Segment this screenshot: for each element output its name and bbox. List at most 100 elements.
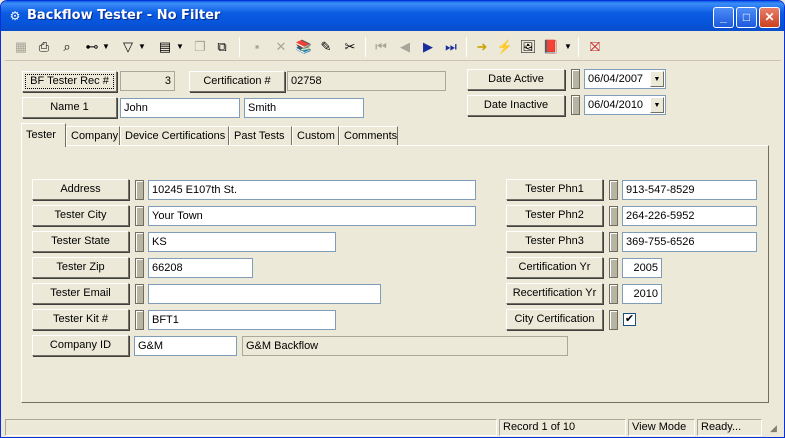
tester-city-field[interactable]: Your Town bbox=[148, 206, 476, 226]
certification-yr-button[interactable]: Certification Yr bbox=[506, 257, 603, 278]
duplicate-icon[interactable]: ⧉ bbox=[212, 37, 232, 57]
edit-pencil-icon[interactable]: ✎ bbox=[316, 37, 336, 57]
tester-phn2-handle[interactable] bbox=[609, 206, 618, 226]
tester-state-button[interactable]: Tester State bbox=[32, 231, 129, 252]
tab-custom[interactable]: Custom bbox=[292, 126, 339, 146]
next-record-icon[interactable]: ▶ bbox=[418, 37, 438, 57]
tab-past-tests[interactable]: Past Tests bbox=[229, 126, 292, 146]
title-bar[interactable]: ⚙ Backflow Tester - No Filter _ □ ✕ bbox=[1, 1, 784, 31]
tester-zip-handle[interactable] bbox=[135, 258, 144, 278]
certification-number-button[interactable]: Certification # bbox=[189, 71, 285, 92]
company-id-button[interactable]: Company ID bbox=[32, 335, 129, 356]
find-dropdown-arrow[interactable]: ▼ bbox=[102, 37, 110, 57]
tab-comments[interactable]: Comments bbox=[339, 126, 398, 146]
recertification-yr-field[interactable]: 2010 bbox=[622, 284, 662, 304]
tester-phn1-handle[interactable] bbox=[609, 180, 618, 200]
lightning-icon[interactable]: ⚡ bbox=[495, 37, 515, 57]
minimize-button[interactable]: _ bbox=[713, 7, 734, 28]
chevron-down-icon[interactable]: ▼ bbox=[650, 97, 664, 113]
help-dropdown-arrow[interactable]: ▼ bbox=[564, 37, 572, 57]
date-active-button[interactable]: Date Active bbox=[467, 69, 565, 90]
date-active-combo[interactable]: 06/04/2007 ▼ bbox=[584, 69, 666, 89]
toolbar-separator bbox=[365, 37, 366, 57]
recertification-yr-handle[interactable] bbox=[609, 284, 618, 304]
tester-state-field[interactable]: KS bbox=[148, 232, 336, 252]
last-name-field[interactable]: Smith bbox=[244, 98, 364, 118]
date-inactive-value: 06/04/2010 bbox=[588, 99, 644, 111]
tester-city-handle[interactable] bbox=[135, 206, 144, 226]
tester-phn1-field[interactable]: 913-547-8529 bbox=[622, 180, 757, 200]
status-record: Record 1 of 10 bbox=[499, 419, 626, 436]
filter-icon[interactable]: ▽ bbox=[118, 37, 138, 57]
resize-grip-icon[interactable]: ◢ bbox=[770, 423, 782, 435]
first-record-icon[interactable]: ⏮ bbox=[371, 37, 391, 57]
tester-zip-button[interactable]: Tester Zip bbox=[32, 257, 129, 278]
print-preview-icon[interactable]: ⌕ bbox=[57, 37, 77, 57]
close-icon: ✕ bbox=[764, 10, 775, 24]
tester-phn3-button[interactable]: Tester Phn3 bbox=[506, 231, 603, 252]
address-field[interactable]: 10245 E107th St. bbox=[148, 180, 476, 200]
tester-phn1-button[interactable]: Tester Phn1 bbox=[506, 179, 603, 200]
certification-number-field: 02758 bbox=[287, 71, 446, 91]
image-icon[interactable]: 🖼 bbox=[518, 37, 538, 57]
cut-icon[interactable]: ✂ bbox=[340, 37, 360, 57]
previous-record-icon[interactable]: ◀ bbox=[395, 37, 415, 57]
city-certification-button[interactable]: City Certification bbox=[506, 309, 603, 330]
tester-kit-field[interactable]: BFT1 bbox=[148, 310, 336, 330]
books-icon[interactable]: 📚 bbox=[294, 37, 314, 57]
first-name-field[interactable]: John bbox=[120, 98, 240, 118]
tester-kit-handle[interactable] bbox=[135, 310, 144, 330]
recertification-yr-button[interactable]: Recertification Yr bbox=[506, 283, 603, 304]
maximize-button[interactable]: □ bbox=[736, 7, 757, 28]
report-dropdown-arrow[interactable]: ▼ bbox=[176, 37, 184, 57]
filter-dropdown-arrow[interactable]: ▼ bbox=[138, 37, 146, 57]
toolbar-separator bbox=[466, 37, 467, 57]
tester-kit-button[interactable]: Tester Kit # bbox=[32, 309, 129, 330]
tester-phn2-field[interactable]: 264-226-5952 bbox=[622, 206, 757, 226]
city-certification-checkbox[interactable]: ✔ bbox=[623, 313, 636, 326]
toolbar-separator bbox=[578, 37, 579, 57]
tab-tester[interactable]: Tester bbox=[21, 123, 66, 147]
delete-icon[interactable]: ✕ bbox=[271, 37, 291, 57]
app-icon[interactable]: ⚙ bbox=[8, 9, 22, 23]
tester-email-handle[interactable] bbox=[135, 284, 144, 304]
tester-phn3-handle[interactable] bbox=[609, 232, 618, 252]
app-window: ⚙ Backflow Tester - No Filter _ □ ✕ ▦ ⎙ … bbox=[0, 0, 785, 438]
help-book-icon[interactable]: 📕 bbox=[541, 37, 561, 57]
exit-icon[interactable]: ⛝ bbox=[585, 37, 605, 57]
name-1-button[interactable]: Name 1 bbox=[22, 97, 117, 118]
grid-view-icon[interactable]: ▦ bbox=[11, 37, 31, 57]
tab-company[interactable]: Company bbox=[66, 126, 120, 146]
bf-tester-rec-button[interactable]: BF Tester Rec # bbox=[22, 71, 117, 92]
company-id-field[interactable]: G&M bbox=[134, 336, 237, 356]
maximize-icon: □ bbox=[742, 10, 751, 24]
goto-arrow-icon[interactable]: ➜ bbox=[472, 37, 492, 57]
status-mode: View Mode bbox=[628, 419, 695, 436]
tester-email-field[interactable] bbox=[148, 284, 381, 304]
tester-city-button[interactable]: Tester City bbox=[32, 205, 129, 226]
copy-record-icon[interactable]: ❐ bbox=[190, 37, 210, 57]
date-inactive-button[interactable]: Date Inactive bbox=[467, 95, 565, 116]
date-active-handle[interactable] bbox=[571, 69, 580, 89]
tester-phn3-field[interactable]: 369-755-6526 bbox=[622, 232, 757, 252]
date-inactive-handle[interactable] bbox=[571, 95, 580, 115]
close-button[interactable]: ✕ bbox=[759, 7, 780, 28]
tester-zip-field[interactable]: 66208 bbox=[148, 258, 253, 278]
address-button[interactable]: Address bbox=[32, 179, 129, 200]
date-inactive-combo[interactable]: 06/04/2010 ▼ bbox=[584, 95, 666, 115]
tab-device-certifications[interactable]: Device Certifications bbox=[120, 126, 229, 146]
report-icon[interactable]: ▤ bbox=[155, 37, 175, 57]
tester-email-button[interactable]: Tester Email bbox=[32, 283, 129, 304]
save-icon[interactable]: ▪ bbox=[247, 37, 267, 57]
certification-yr-handle[interactable] bbox=[609, 258, 618, 278]
chevron-down-icon[interactable]: ▼ bbox=[650, 71, 664, 87]
print-icon[interactable]: ⎙ bbox=[34, 37, 54, 57]
last-record-icon[interactable]: ⏭ bbox=[441, 37, 461, 57]
city-certification-handle[interactable] bbox=[609, 310, 618, 330]
binoculars-icon[interactable]: ⊷ bbox=[82, 37, 102, 57]
address-handle[interactable] bbox=[135, 180, 144, 200]
certification-yr-field[interactable]: 2005 bbox=[622, 258, 662, 278]
minimize-icon: _ bbox=[720, 10, 727, 24]
tester-state-handle[interactable] bbox=[135, 232, 144, 252]
tester-phn2-button[interactable]: Tester Phn2 bbox=[506, 205, 603, 226]
